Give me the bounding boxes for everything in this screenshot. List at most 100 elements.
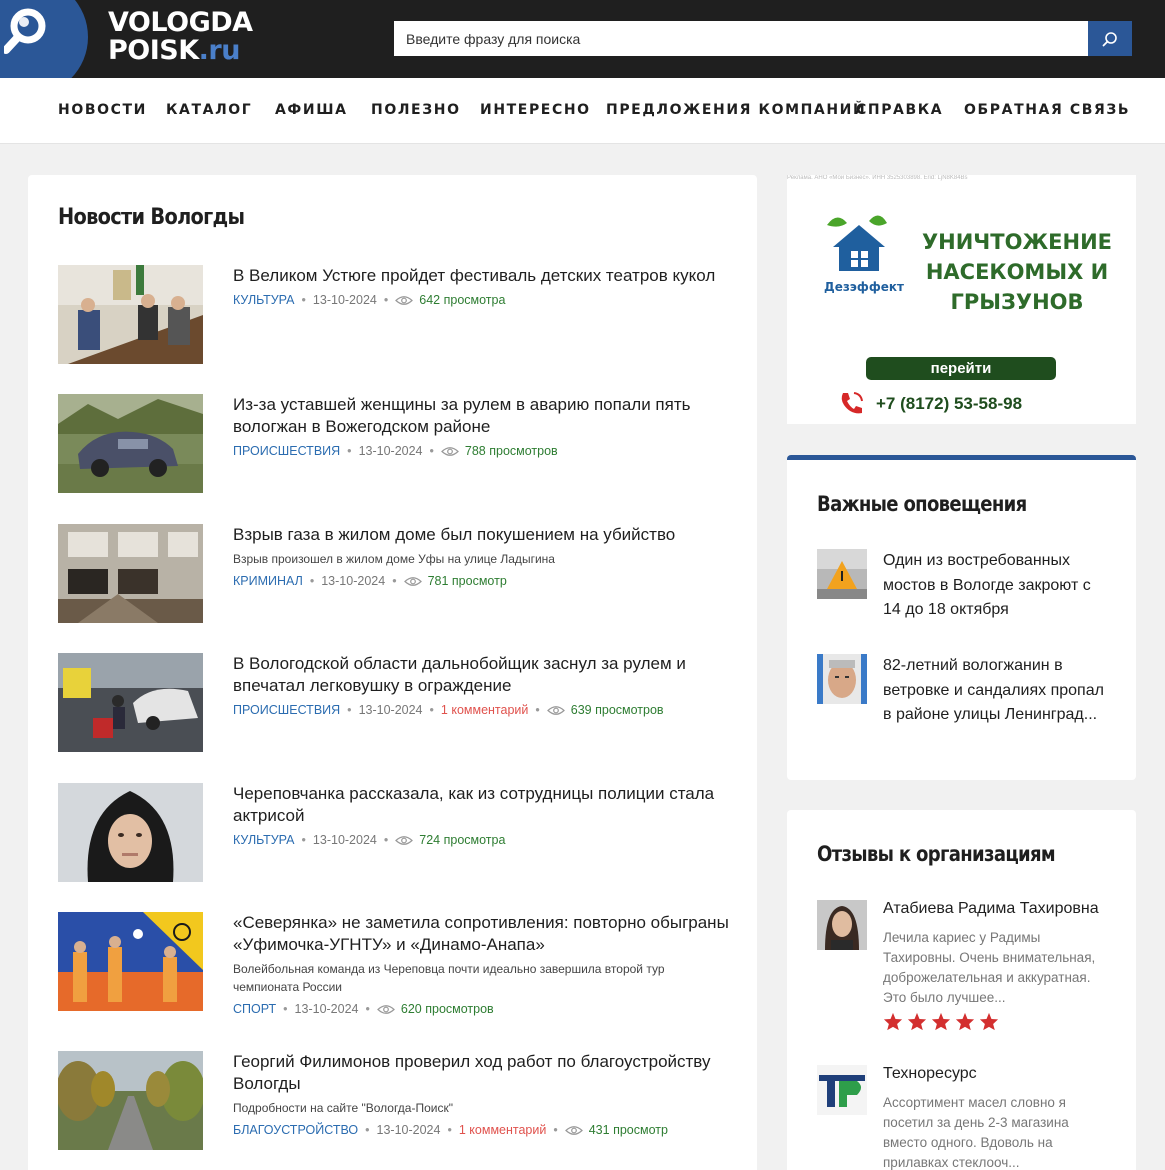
news-views: 431 просмотр (564, 1123, 668, 1137)
meta-separator: • (283, 1002, 288, 1016)
news-views-count: 639 просмотров (570, 703, 664, 717)
meta-separator: • (301, 293, 306, 307)
org-logo[interactable] (817, 1065, 867, 1115)
meta-separator: • (347, 703, 352, 717)
news-subtitle: Подробности на сайте "Вологда-Поиск" (233, 1101, 453, 1115)
nav-feedback[interactable]: ОБРАТНАЯ СВЯЗЬ (964, 102, 1130, 118)
news-date: 13-10-2024 (312, 833, 377, 847)
search-input[interactable] (394, 21, 1088, 56)
news-category-link[interactable]: КРИМИНАЛ (233, 574, 303, 588)
nav-interesting[interactable]: ИНТЕРЕСНО (480, 102, 591, 118)
meta-separator: • (383, 833, 389, 847)
news-category-link[interactable]: ПРОИСШЕСТВИЯ (233, 444, 340, 458)
alerts-card: Важные оповещения Один из востребованных… (787, 455, 1136, 780)
nav-news[interactable]: НОВОСТИ (58, 102, 147, 118)
meta-separator: • (347, 444, 352, 458)
search-button[interactable] (1088, 21, 1132, 56)
alert-thumbnail[interactable] (817, 654, 867, 704)
alert-link[interactable]: Один из востребованных мостов в Вологде … (883, 549, 1108, 623)
news-title-link[interactable]: Череповчанка рассказала, как из сотрудни… (233, 783, 733, 827)
meta-separator: • (535, 703, 540, 717)
news-thumbnail[interactable] (58, 653, 203, 752)
house-logo-icon (827, 215, 887, 271)
meta-separator: • (553, 1123, 558, 1137)
alerts-title: Важные оповещения (817, 492, 1027, 516)
news-subtitle: Волейбольная команда из Череповца почти … (233, 962, 665, 994)
nav-catalog[interactable]: КАТАЛОГ (166, 102, 252, 118)
news-views: 781 просмотр (403, 574, 507, 588)
news-thumbnail[interactable] (58, 1051, 203, 1150)
news-views-count: 724 просмотра (419, 833, 506, 847)
news-thumbnail[interactable] (58, 524, 203, 623)
review-org-name[interactable]: Атабиева Радима Тахировна (883, 900, 1099, 918)
nav-afisha[interactable]: АФИША (275, 102, 348, 118)
logo-line1: VOLOGDA (108, 7, 253, 38)
star-icon (931, 1012, 951, 1031)
ad-go-button[interactable]: перейти (866, 357, 1056, 380)
news-title-link[interactable]: «Северянка» не заметила сопротивления: п… (233, 912, 733, 956)
eye-icon (546, 705, 565, 715)
news-title-link[interactable]: Из-за уставшей женщины за рулем в аварию… (233, 394, 733, 438)
top-bar: VOLOGDA POISK.ru (0, 0, 1165, 96)
reviews-card: Отзывы к организациям Атабиева Радима Та… (787, 810, 1136, 1170)
news-date: 13-10-2024 (312, 293, 377, 307)
nav-help[interactable]: СПРАВКА (856, 102, 943, 118)
news-category-link[interactable]: КУЛЬТУРА (233, 293, 295, 307)
news-comments-link[interactable]: 1 комментарий (459, 1123, 546, 1137)
alert-thumbnail[interactable] (817, 549, 867, 599)
alert-link[interactable]: 82-летний вологжанин в ветровке и сандал… (883, 654, 1108, 728)
eye-icon (395, 835, 414, 845)
news-title-link[interactable]: В Вологодской области дальнобойщик засну… (233, 653, 733, 697)
main-nav: НОВОСТИ КАТАЛОГ АФИША ПОЛЕЗНО ИНТЕРЕСНО … (0, 78, 1165, 144)
meta-separator: • (429, 703, 434, 717)
star-icon (907, 1012, 927, 1031)
rating-stars (883, 1012, 999, 1031)
news-meta: ПРОИСШЕСТВИЯ • 13-10-2024 • 788 просмотр… (233, 444, 733, 458)
news-title-link[interactable]: Взрыв газа в жилом доме был покушением н… (233, 524, 733, 546)
reviewer-avatar[interactable] (817, 900, 867, 950)
star-icon (955, 1012, 975, 1031)
news-views: 639 просмотров (546, 703, 664, 717)
review-org-name[interactable]: Технoресурс (883, 1065, 977, 1083)
ad-brand-name: Дезэффект (824, 280, 904, 294)
search-icon (1102, 31, 1117, 46)
news-thumbnail[interactable] (58, 783, 203, 882)
eye-icon (441, 446, 459, 456)
ad-banner[interactable]: Реклама. АНО «Мой Бизнес». ИНН 352530389… (787, 175, 1136, 424)
news-title-link[interactable]: Георгий Филимонов проверил ход работ по … (233, 1051, 733, 1095)
meta-separator: • (447, 1123, 452, 1137)
nav-company-offers[interactable]: ПРЕДЛОЖЕНИЯ КОМПАНИЙ (606, 102, 866, 118)
news-comments-link[interactable]: 1 комментарий (441, 703, 528, 717)
news-thumbnail[interactable] (58, 394, 203, 493)
news-views-count: 431 просмотр (588, 1123, 668, 1137)
news-thumbnail[interactable] (58, 912, 203, 1011)
eye-icon (377, 1004, 395, 1014)
news-title-link[interactable]: В Великом Устюге пройдет фестиваль детск… (233, 265, 733, 287)
news-subtitle: Взрыв произошел в жилом доме Уфы на улиц… (233, 552, 555, 566)
review-text: Лечила кариес у Радимы Тахировны. Очень … (883, 930, 1096, 1005)
news-category-link[interactable]: БЛАГОУСТРОЙСТВО (233, 1123, 358, 1137)
news-thumbnail[interactable] (58, 265, 203, 364)
news-date: 13-10-2024 (294, 1002, 359, 1016)
star-icon (979, 1012, 999, 1031)
news-category-link[interactable]: КУЛЬТУРА (233, 833, 295, 847)
review-text: Ассортимент масел словно я посетил за де… (883, 1095, 1069, 1170)
star-icon (883, 1012, 903, 1031)
news-views-count: 620 просмотров (400, 1002, 494, 1016)
news-category-link[interactable]: СПОРТ (233, 1002, 276, 1016)
news-views: 788 просмотров (441, 444, 558, 458)
news-date: 13-10-2024 (358, 703, 423, 717)
meta-separator: • (383, 293, 389, 307)
nav-useful[interactable]: ПОЛЕЗНО (371, 102, 461, 118)
news-meta: СПОРТ • 13-10-2024 • 620 просмотров (233, 1002, 733, 1016)
news-date: 13-10-2024 (376, 1123, 441, 1137)
ad-disclaimer: Реклама. АНО «Мой Бизнес». ИНН 352530389… (787, 175, 968, 181)
meta-separator: • (429, 444, 434, 458)
news-views: 620 просмотров (377, 1002, 494, 1016)
news-category-link[interactable]: ПРОИСШЕСТВИЯ (233, 703, 340, 717)
site-logo[interactable]: VOLOGDA POISK.ru (108, 9, 253, 65)
meta-separator: • (309, 574, 315, 588)
news-section-title: Новости Вологды (58, 205, 245, 230)
news-views: 642 просмотра (395, 293, 505, 307)
meta-separator: • (365, 1123, 370, 1137)
